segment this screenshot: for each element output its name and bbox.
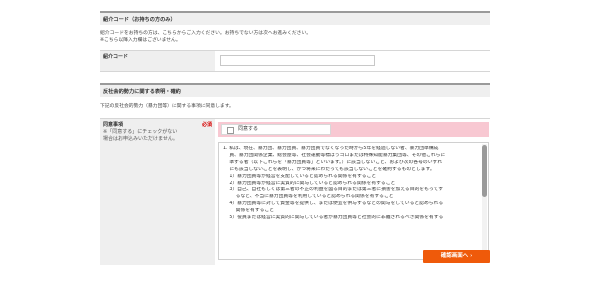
referral-code-input[interactable]: [220, 55, 375, 66]
terms-text: 1. 私は、現在、暴力団、暴力団員、暴力団員でなくなった時から5年を経過しない者…: [219, 143, 488, 222]
agreement-label: 同意事項: [103, 122, 124, 128]
referral-code-label-cell: 紹介コード: [100, 51, 215, 71]
terms-line: 準ずる者（以下これらを「暴力団員等」といいます。）に該当しないこと、および次の各…: [223, 159, 443, 165]
agreement-note-line1: ※「同意する」にチェックがない: [103, 129, 178, 135]
referral-code-label: 紹介コード: [103, 54, 129, 60]
terms-line: 1）暴力団員等が経営を支配していると認められる関係を有すること: [223, 173, 377, 179]
terms-line: 2）暴力団員等が経営に実質的に関与していると認められる関係を有すること: [223, 180, 396, 186]
terms-scrollbar[interactable]: [482, 144, 487, 258]
terms-line: 4）暴力団員等に対して資金等を提供し、または便宜を供与するなどの関与をしていると…: [223, 201, 444, 207]
agree-checkbox-field[interactable]: 同意する: [221, 124, 331, 135]
chevron-right-icon: ›: [470, 253, 473, 259]
antisocial-section-title: 反社会的勢力に関する表明・確約: [100, 83, 490, 97]
agreement-row: 同意事項 ※「同意する」にチェックがない 場合はお申込みいただけません。 必須 …: [100, 118, 490, 265]
terms-line: 5）役員または経営に実質的に関与している者が暴力団員等と社会的に非難されるべき関…: [223, 215, 444, 221]
agreement-label-cell: 同意事項 ※「同意する」にチェックがない 場合はお申込みいただけません。 必須: [100, 119, 215, 265]
referral-note-line1: 紹介コードをお持ちの方は、こちらからご入力ください。お持ちでない方は次へお進みく…: [100, 31, 312, 36]
terms-line: 3）自己、自社もしくは第三者の不正の利益を図る目的または第三者に損害を加える目的…: [223, 187, 444, 193]
confirm-button[interactable]: 確認画面へ ›: [423, 250, 490, 263]
terms-line: 関係を有すること: [223, 208, 275, 214]
terms-scroll-thumb[interactable]: [482, 145, 487, 197]
referral-code-row: 紹介コード: [100, 50, 490, 72]
terms-line: 1. 私は、現在、暴力団、暴力団員、暴力団員でなくなった時から5年を経過しない者…: [223, 146, 439, 151]
terms-line: るなど、不当に暴力団員等を利用していると認められる関係を有すること: [223, 194, 394, 200]
terms-line: にも該当しないことを表明し、かつ将来にわたっても該当しないことを確約するものとし…: [223, 166, 435, 172]
agree-checkbox-label[interactable]: 同意する: [238, 126, 258, 132]
terms-line: 員、暴力団関係企業、総会屋等、社会運動等標ぼうゴロまたは特殊知能暴力集団等、その…: [223, 152, 446, 158]
confirm-button-label: 確認画面へ: [440, 253, 469, 259]
referral-section-title: 紹介コード（お持ちの方のみ）: [100, 11, 490, 25]
agreement-note-line2: 場合はお申込みいただけません。: [103, 136, 178, 142]
referral-note-line2: ※こちら以降入力欄はございません。: [100, 38, 181, 43]
agree-checkbox[interactable]: [227, 127, 234, 134]
terms-textbox[interactable]: 1. 私は、現在、暴力団、暴力団員、暴力団員でなくなった時から5年を経過しない者…: [218, 142, 489, 260]
required-badge: 必須: [201, 122, 212, 128]
antisocial-intro: 下記の反社会的勢力（暴力団等）に関する事項に同意します。: [100, 104, 234, 109]
